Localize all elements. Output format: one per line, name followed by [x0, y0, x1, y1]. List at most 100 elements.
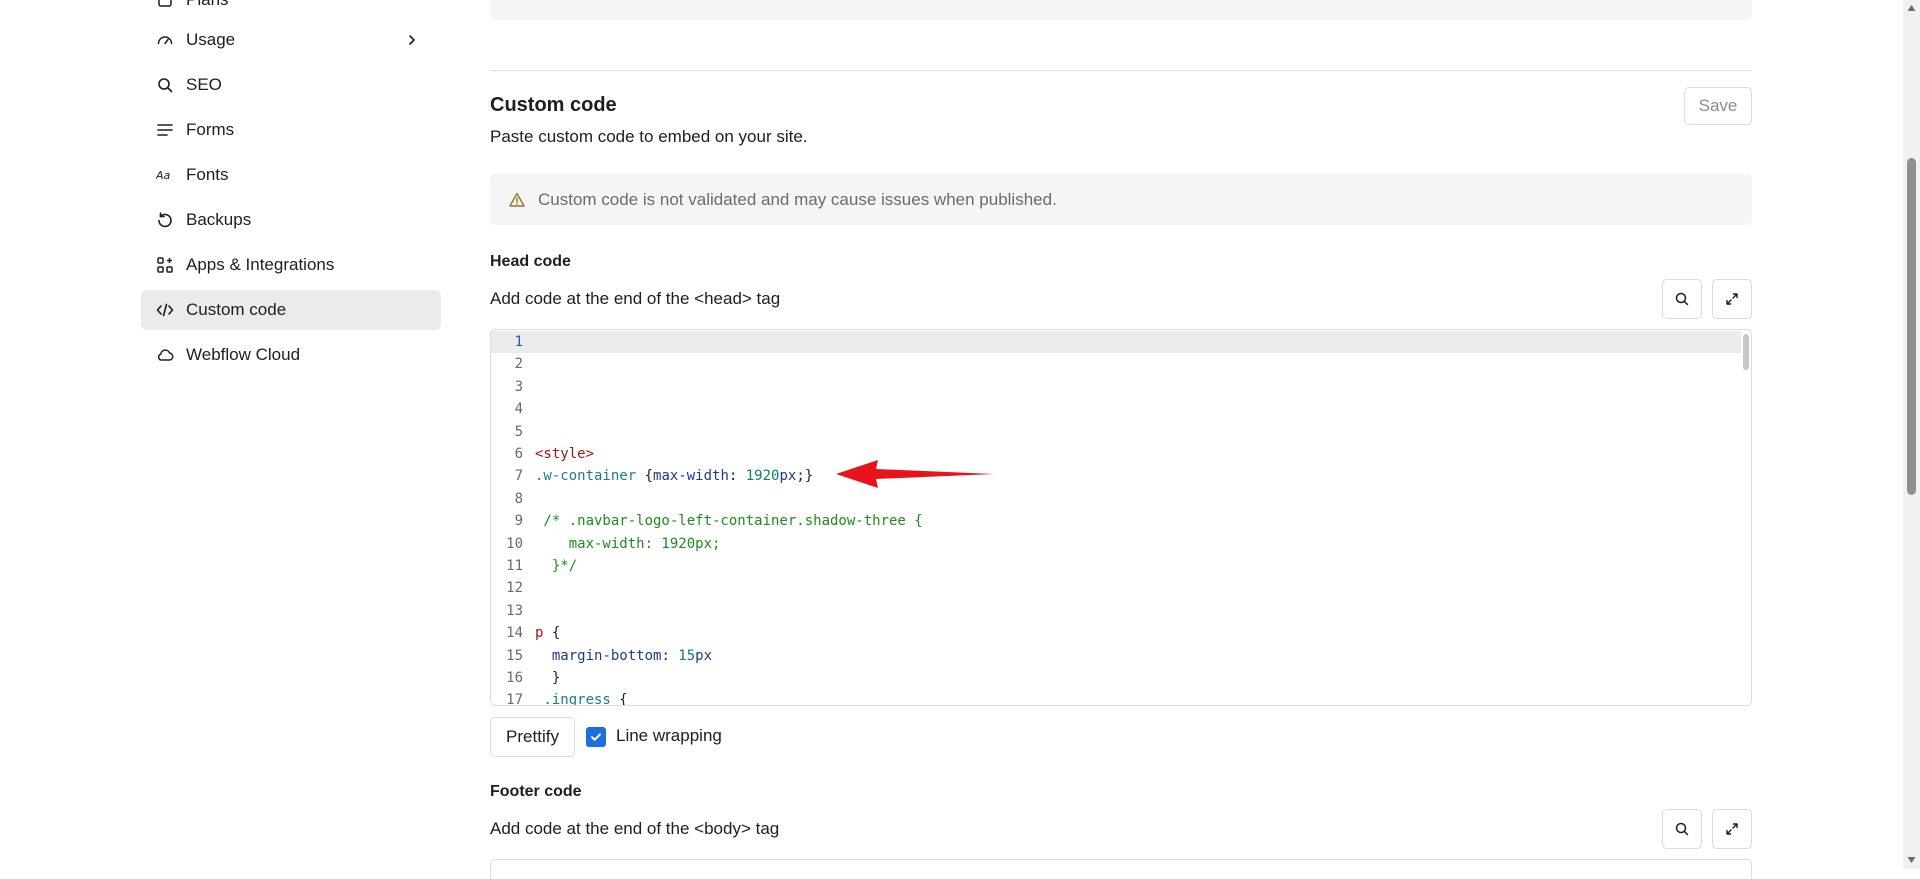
- code-token: {: [610, 692, 628, 706]
- code-token: max-width: [653, 468, 729, 485]
- footer-code-title: Footer code: [490, 783, 582, 800]
- head-search-button[interactable]: [1662, 279, 1702, 319]
- code-line: 3: [491, 376, 1741, 398]
- sidebar-item-fonts[interactable]: Aa Fonts: [141, 155, 441, 195]
- sidebar-item-label: Apps & Integrations: [186, 255, 335, 274]
- sidebar-item-label: Custom code: [186, 300, 287, 319]
- code-token: ;}: [796, 468, 814, 485]
- code-line: 10 max-width: 1920px;: [491, 533, 1741, 555]
- chevron-right-icon: [409, 35, 415, 45]
- sidebar-item-label: SEO: [186, 75, 222, 94]
- sidebar-item-forms[interactable]: Forms: [141, 110, 441, 150]
- code-token: .w-container: [535, 468, 637, 485]
- line-wrapping-checkbox[interactable]: [586, 727, 606, 747]
- code-token: px: [695, 647, 713, 664]
- line-number: 12: [506, 580, 523, 597]
- code-line: 13: [491, 600, 1741, 622]
- search-icon: [156, 76, 174, 94]
- line-number: 3: [514, 378, 523, 395]
- head-code-editor[interactable]: 1 2 3 4 5 6 <style> 7 .w-container {max-width: 1…: [490, 329, 1752, 706]
- code-text: .w-container {max-width: 1920px;}: [535, 465, 813, 487]
- code-icon: [156, 301, 174, 319]
- warning-banner: Custom code is not validated and may cau…: [490, 174, 1752, 225]
- code-line: 9 /* .navbar-logo-left-container.shadow-…: [491, 510, 1741, 532]
- save-button[interactable]: Save: [1684, 87, 1752, 125]
- line-wrapping-label: Line wrapping: [616, 726, 722, 745]
- head-expand-button[interactable]: [1712, 279, 1752, 319]
- code-text: max-width: 1920px;: [535, 533, 721, 555]
- line-number: 7: [514, 468, 523, 485]
- line-number: 6: [514, 446, 523, 462]
- search-icon: [1675, 292, 1689, 306]
- previous-section-banner: [490, 0, 1752, 20]
- footer-expand-button[interactable]: [1712, 809, 1752, 849]
- sidebar-item-seo[interactable]: SEO: [141, 65, 441, 105]
- sidebar-item-plans[interactable]: Plans: [141, 0, 441, 20]
- line-number: 15: [506, 647, 523, 664]
- editor-scrollbar[interactable]: [1743, 334, 1749, 370]
- scroll-up-arrow-icon[interactable]: [1907, 4, 1916, 12]
- line-number: 14: [506, 625, 523, 642]
- line-number: 8: [514, 490, 523, 507]
- code-token: margin-bottom: [535, 647, 662, 664]
- page-scrollbar[interactable]: [1903, 0, 1920, 869]
- code-token: :: [728, 468, 746, 485]
- code-text: .ingress {: [535, 689, 628, 706]
- code-token: :: [661, 647, 679, 664]
- code-token: 1920: [745, 468, 780, 485]
- section-divider: [490, 70, 1752, 71]
- backup-restore-icon: [156, 211, 174, 229]
- code-token: {: [543, 625, 561, 642]
- code-line: 1: [491, 331, 1741, 353]
- code-line: 4: [491, 398, 1741, 420]
- sidebar-item-apps-integrations[interactable]: Apps & Integrations: [141, 245, 441, 285]
- warning-text: Custom code is not validated and may cau…: [538, 189, 1057, 209]
- page-scrollbar-thumb[interactable]: [1907, 158, 1916, 495]
- code-token: }*/: [535, 558, 578, 574]
- code-line: 16 }: [491, 667, 1741, 689]
- footer-code-editor[interactable]: [490, 859, 1752, 879]
- sidebar-item-label: Plans: [186, 0, 229, 10]
- footer-search-button[interactable]: [1662, 809, 1702, 849]
- code-line: 11 }*/: [491, 555, 1741, 577]
- code-line: 14 p {: [491, 622, 1741, 644]
- gauge-icon: [156, 31, 174, 49]
- code-token: /* .navbar-logo-left-container.shadow-th…: [535, 513, 923, 530]
- cloud-icon: [156, 346, 174, 364]
- code-token: px: [779, 468, 797, 485]
- sidebar-item-label: Webflow Cloud: [186, 345, 301, 364]
- sidebar-item-label: Backups: [186, 210, 252, 229]
- head-code-title: Head code: [490, 253, 571, 270]
- svg-text:Aa: Aa: [156, 169, 171, 182]
- annotation-arrow-icon: [836, 460, 994, 488]
- code-token: .ingress: [535, 692, 611, 706]
- prettify-button[interactable]: Prettify: [490, 717, 575, 757]
- checkmark-icon: [591, 733, 601, 741]
- line-number: 9: [514, 513, 523, 530]
- sidebar-item-label: Usage: [186, 30, 236, 49]
- line-number: 1: [514, 334, 523, 350]
- sidebar-item-backups[interactable]: Backups: [141, 200, 441, 240]
- sidebar-item-custom-code[interactable]: Custom code: [141, 290, 441, 330]
- sidebar-item-usage[interactable]: Usage: [141, 20, 441, 60]
- scroll-down-arrow-icon[interactable]: [1907, 856, 1916, 864]
- line-number: 11: [506, 558, 523, 574]
- expand-icon: [1726, 823, 1738, 835]
- section-title: Custom code: [490, 94, 617, 116]
- code-line: 15 margin-bottom: 15px: [491, 645, 1741, 667]
- code-text: /* .navbar-logo-left-container.shadow-th…: [535, 510, 923, 532]
- code-line: 2: [491, 353, 1741, 375]
- line-number: 2: [514, 356, 523, 373]
- code-text: p {: [535, 622, 560, 644]
- code-line: 8: [491, 488, 1741, 510]
- line-number: 5: [514, 423, 523, 440]
- code-token: }: [535, 670, 561, 686]
- code-line: 12: [491, 577, 1741, 599]
- apps-grid-icon: [156, 256, 174, 274]
- footer-code-description: Add code at the end of the <body> tag: [490, 819, 780, 838]
- code-text: }*/: [535, 555, 577, 577]
- code-text: margin-bottom: 15px: [535, 645, 712, 667]
- sidebar-item-webflow-cloud[interactable]: Webflow Cloud: [141, 335, 441, 375]
- code-line: 5: [491, 421, 1741, 443]
- code-token: max-width: 1920px;: [535, 535, 721, 552]
